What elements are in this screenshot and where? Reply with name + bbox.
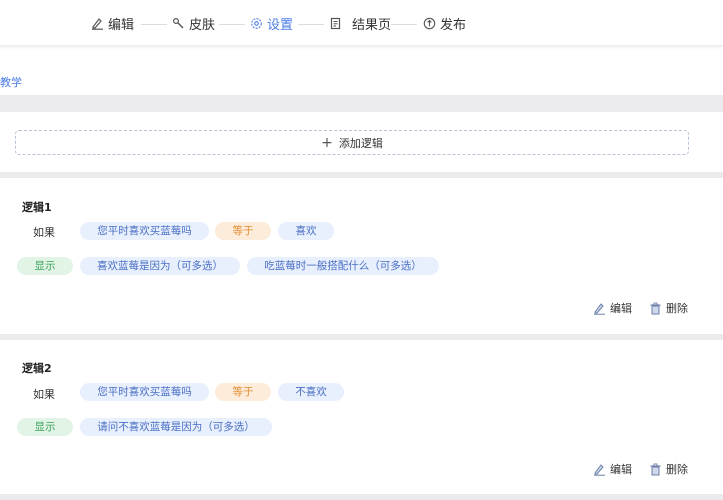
show-item-pill: 吃蓝莓时一般搭配什么（可多选） — [247, 257, 439, 275]
step-divider — [298, 24, 324, 25]
condition-value-pill: 不喜欢 — [278, 383, 344, 401]
step-result-label: 结果页 — [352, 17, 392, 33]
document-icon — [328, 16, 342, 30]
step-settings[interactable]: 设置 — [249, 13, 293, 33]
show-label-pill: 显示 — [17, 257, 73, 275]
show-label-pill: 显示 — [17, 418, 73, 436]
logic-card-1: 逻辑1 如果 您平时喜欢买蓝莓吗 等于 喜欢 显示 喜欢蓝莓是因为（可多选） 吃… — [0, 178, 723, 334]
condition-question-pill: 您平时喜欢买蓝莓吗 — [80, 383, 209, 401]
edit-label: 编辑 — [610, 463, 632, 476]
delete-label: 删除 — [666, 463, 688, 476]
step-divider — [141, 24, 167, 25]
if-label: 如果 — [33, 226, 55, 239]
logic-title: 逻辑1 — [22, 201, 52, 214]
step-publish[interactable]: 发布 — [422, 13, 466, 33]
plus-icon: + — [321, 134, 333, 151]
pen-icon — [90, 16, 104, 30]
step-publish-label: 发布 — [440, 17, 467, 33]
add-logic-label: 添加逻辑 — [338, 136, 383, 150]
delete-logic-button[interactable]: 删除 — [649, 300, 688, 316]
pen-icon — [593, 302, 606, 315]
logic-title: 逻辑2 — [22, 362, 52, 375]
condition-question-pill: 您平时喜欢买蓝莓吗 — [80, 222, 209, 240]
section-divider — [0, 95, 723, 112]
delete-logic-button[interactable]: 删除 — [649, 461, 688, 477]
step-edit[interactable]: 编辑 — [90, 13, 134, 33]
pen-icon — [593, 463, 606, 476]
step-divider — [391, 24, 417, 25]
if-label: 如果 — [33, 388, 55, 401]
step-divider — [219, 24, 245, 25]
show-item-pill: 喜欢蓝莓是因为（可多选） — [80, 257, 240, 275]
operator-pill: 等于 — [215, 222, 271, 240]
step-result[interactable]: 结果页 — [328, 13, 391, 33]
publish-icon — [422, 16, 436, 30]
trash-icon — [649, 302, 662, 315]
edit-label: 编辑 — [610, 302, 632, 315]
show-item-pill: 请问不喜欢蓝莓是因为（可多选） — [80, 418, 272, 436]
step-bar: 编辑 皮肤 设置 结果页 发布 — [0, 0, 723, 46]
trash-icon — [649, 463, 662, 476]
step-edit-label: 编辑 — [108, 17, 135, 33]
step-skin-label: 皮肤 — [189, 17, 216, 33]
edit-logic-button[interactable]: 编辑 — [593, 300, 632, 316]
condition-value-pill: 喜欢 — [278, 222, 334, 240]
logic-card-2: 逻辑2 如果 您平时喜欢买蓝莓吗 等于 不喜欢 显示 请问不喜欢蓝莓是因为（可多… — [0, 340, 723, 494]
delete-label: 删除 — [666, 302, 688, 315]
brush-icon — [171, 16, 185, 30]
add-logic-button[interactable]: + 添加逻辑 — [15, 130, 689, 155]
teach-link[interactable]: 教学 — [0, 74, 22, 90]
section-divider — [0, 494, 723, 500]
step-settings-label: 设置 — [267, 17, 294, 33]
edit-logic-button[interactable]: 编辑 — [593, 461, 632, 477]
operator-pill: 等于 — [215, 383, 271, 401]
gear-icon — [249, 16, 263, 30]
step-skin[interactable]: 皮肤 — [171, 13, 215, 33]
